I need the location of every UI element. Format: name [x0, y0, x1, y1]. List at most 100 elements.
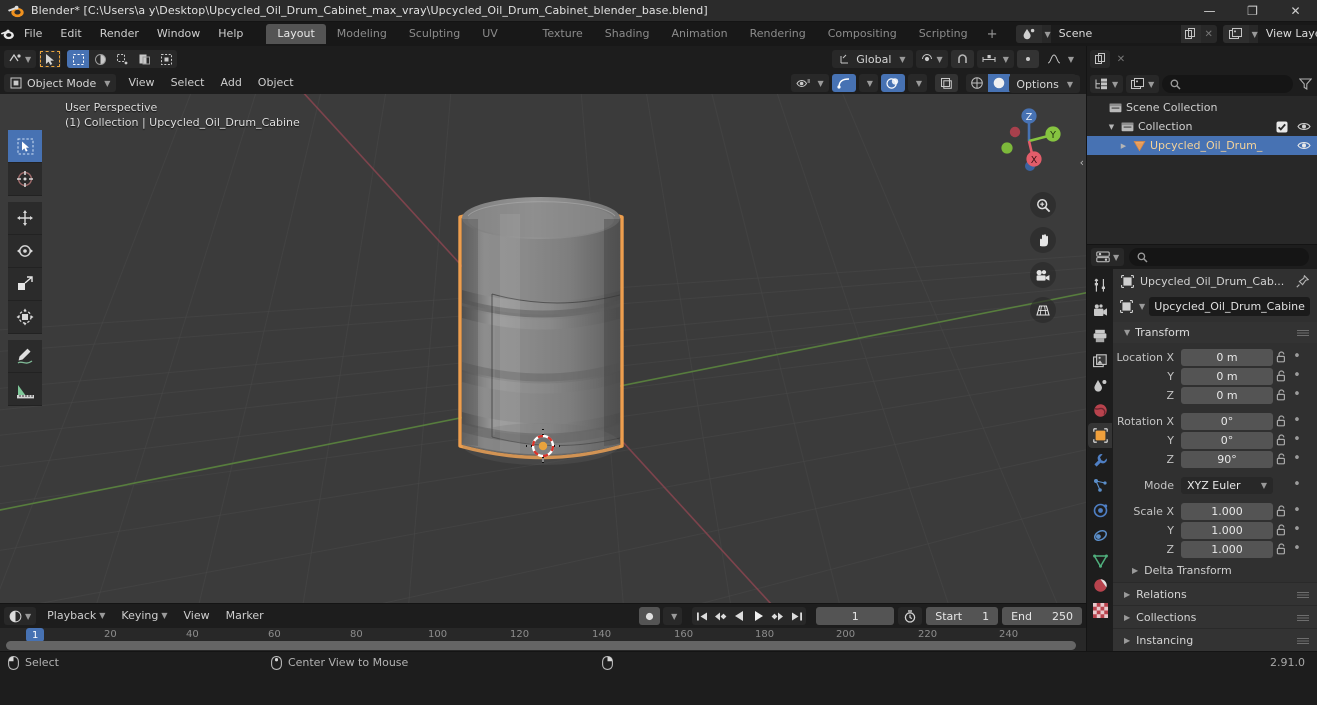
- collection-checkbox[interactable]: [1276, 121, 1288, 133]
- viewport-navigation-gizmo[interactable]: Z Y X: [990, 102, 1068, 180]
- outliner-filter-icon[interactable]: [1296, 78, 1314, 90]
- menu-window[interactable]: Window: [148, 22, 209, 46]
- outliner-display-mode-selector[interactable]: ▼: [1090, 75, 1124, 93]
- object-id-icon[interactable]: ▼: [1120, 300, 1145, 313]
- jump-to-start-button[interactable]: [692, 607, 711, 625]
- workspace-tab-layout[interactable]: Layout: [266, 24, 326, 44]
- lock-icon[interactable]: [1273, 351, 1290, 363]
- lock-icon[interactable]: [1273, 415, 1290, 427]
- play-reverse-button[interactable]: [730, 607, 749, 625]
- view-layer-id-widget[interactable]: ▼ View Layer ✕: [1222, 25, 1317, 43]
- minimize-button[interactable]: —: [1188, 0, 1231, 22]
- workspace-tab-uv-editing[interactable]: UV Editing: [471, 24, 531, 60]
- rotation-y-field[interactable]: 0°: [1181, 431, 1273, 449]
- collections-panel[interactable]: ▶ Collections: [1113, 605, 1317, 628]
- properties-search-input[interactable]: [1129, 248, 1309, 266]
- workspace-tab-texture-paint[interactable]: Texture Paint: [532, 24, 594, 60]
- camera-view-icon[interactable]: [1030, 262, 1056, 288]
- relations-panel[interactable]: ▶ Relations: [1113, 582, 1317, 605]
- snap-magnet-toggle[interactable]: [950, 50, 974, 68]
- viewport-menu-add[interactable]: Add: [213, 74, 250, 92]
- lock-icon[interactable]: [1273, 505, 1290, 517]
- workspace-tab-rendering[interactable]: Rendering: [739, 24, 817, 44]
- scene-id-widget[interactable]: ▼ Scene ✕: [1015, 25, 1217, 43]
- render-tab[interactable]: [1088, 298, 1112, 323]
- object-tab[interactable]: [1088, 423, 1112, 448]
- close-button[interactable]: ✕: [1274, 0, 1317, 22]
- location-z-field[interactable]: 0 m: [1181, 386, 1273, 404]
- outliner-row-collection[interactable]: ▼ Collection: [1087, 117, 1317, 136]
- lock-icon[interactable]: [1273, 389, 1290, 401]
- material-tab[interactable]: [1088, 573, 1112, 598]
- outliner-row-scene-collection[interactable]: Scene Collection: [1087, 98, 1317, 117]
- outliner-close-icon[interactable]: ✕: [1113, 54, 1129, 65]
- menu-edit[interactable]: Edit: [51, 22, 90, 46]
- lock-icon[interactable]: [1273, 524, 1290, 536]
- select-intersect-icon[interactable]: [155, 50, 177, 68]
- outliner-tree[interactable]: Scene Collection ▼ Collection ▶ Upcycled…: [1087, 96, 1317, 244]
- show-overlays-toggle[interactable]: [880, 74, 905, 92]
- view-layer-name-field[interactable]: View Layer: [1257, 25, 1317, 43]
- outliner-row-upcycled-oil-drum[interactable]: ▶ Upcycled_Oil_Drum_: [1087, 136, 1317, 155]
- instancing-panel[interactable]: ▶ Instancing: [1113, 628, 1317, 651]
- properties-editor-type-selector[interactable]: ▼: [1091, 248, 1125, 266]
- auto-keying-toggle[interactable]: [639, 607, 661, 625]
- frame-end-field[interactable]: End 250: [1002, 607, 1082, 625]
- workspace-tab-sculpting[interactable]: Sculpting: [398, 24, 471, 44]
- timeline-horizontal-scrollbar[interactable]: [6, 641, 1076, 650]
- rotate-tool[interactable]: [8, 235, 42, 268]
- frame-start-field[interactable]: Start 1: [926, 607, 999, 625]
- eye-icon[interactable]: [1297, 140, 1311, 151]
- menu-file[interactable]: File: [15, 22, 51, 46]
- tweak-select-box-tool[interactable]: [8, 130, 42, 163]
- maximize-button[interactable]: ❐: [1231, 0, 1274, 22]
- cursor-tool[interactable]: [8, 163, 42, 196]
- tool-tab[interactable]: [1088, 273, 1112, 298]
- workspace-tab-animation[interactable]: Animation: [660, 24, 738, 44]
- select-box-icon[interactable]: [67, 50, 90, 68]
- chevron-down-icon[interactable]: ▼: [1105, 123, 1118, 131]
- current-frame-field[interactable]: 1: [816, 607, 895, 625]
- toggle-orthographic-grid-icon[interactable]: [1030, 297, 1056, 323]
- shading-solid-icon[interactable]: [988, 74, 1010, 92]
- workspace-tab-scripting[interactable]: Scripting: [908, 24, 979, 44]
- sidebar-collapse-arrow-icon[interactable]: ‹: [1080, 156, 1084, 169]
- pan-view-hand-icon[interactable]: [1030, 227, 1056, 253]
- chevron-right-icon[interactable]: ▶: [1117, 142, 1130, 150]
- timeline-ruler[interactable]: 20 40 60 80 100 120 140 160 180 200 220 …: [0, 628, 1086, 652]
- scene-tab[interactable]: [1088, 373, 1112, 398]
- previous-keyframe-button[interactable]: [711, 607, 730, 625]
- eye-icon[interactable]: [1297, 121, 1311, 132]
- timeline-menu-view[interactable]: View: [176, 607, 218, 625]
- outliner-search-input[interactable]: [1162, 75, 1293, 93]
- measure-tool[interactable]: [8, 373, 42, 406]
- menu-render[interactable]: Render: [91, 22, 148, 46]
- auto-keying-options-dropdown[interactable]: ▼: [663, 607, 683, 625]
- zoom-view-icon[interactable]: [1030, 192, 1056, 218]
- object-data-tab[interactable]: [1088, 548, 1112, 573]
- use-preview-range-icon[interactable]: [898, 607, 923, 625]
- transform-orientation-selector[interactable]: Global ▼: [832, 50, 913, 68]
- transform-tool[interactable]: [8, 301, 42, 334]
- viewport-menu-object[interactable]: Object: [250, 74, 302, 92]
- select-lasso-icon[interactable]: [111, 50, 133, 68]
- scene-name-field[interactable]: Scene: [1050, 25, 1181, 43]
- proportional-edit-toggle[interactable]: [1016, 50, 1039, 68]
- scale-tool[interactable]: [8, 268, 42, 301]
- pivot-point-selector[interactable]: ▼: [915, 50, 948, 68]
- output-tab[interactable]: [1088, 323, 1112, 348]
- timeline-menu-marker[interactable]: Marker: [218, 607, 272, 625]
- snap-settings[interactable]: ▼: [976, 50, 1014, 68]
- constraints-tab[interactable]: [1088, 523, 1112, 548]
- viewport-menu-view[interactable]: View: [120, 74, 162, 92]
- next-keyframe-button[interactable]: [768, 607, 787, 625]
- pin-icon[interactable]: [1296, 274, 1309, 288]
- object-name-field[interactable]: Upcycled_Oil_Drum_Cabine: [1149, 297, 1310, 316]
- lock-icon[interactable]: [1273, 370, 1290, 382]
- lock-icon[interactable]: [1273, 434, 1290, 446]
- timeline-menu-keying[interactable]: Keying ▼: [113, 607, 175, 625]
- annotate-tool[interactable]: [8, 340, 42, 373]
- workspace-tab-compositing[interactable]: Compositing: [817, 24, 908, 44]
- play-button[interactable]: [749, 607, 768, 625]
- lock-icon[interactable]: [1273, 543, 1290, 555]
